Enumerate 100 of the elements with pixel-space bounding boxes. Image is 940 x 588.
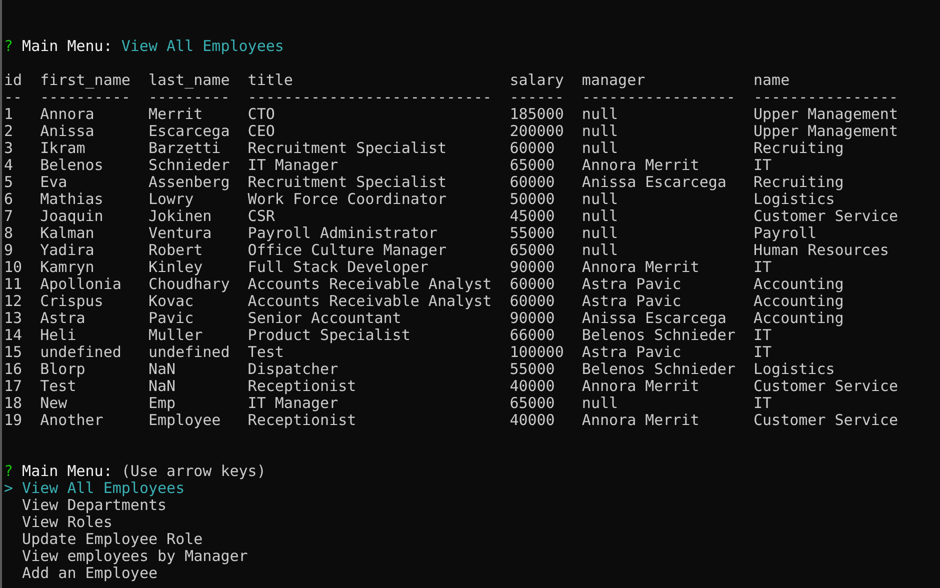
table-cell: Annora	[40, 105, 94, 123]
table-cell: IT	[754, 156, 772, 174]
table-cell: 1	[4, 105, 14, 123]
table-cell: 100000	[510, 343, 564, 361]
table-cell: 3	[4, 139, 14, 157]
table-cell: 50000	[510, 190, 555, 208]
table-cell: IT	[754, 326, 772, 344]
table-cell: Payroll Administrator	[248, 224, 438, 242]
column-rule: ----------	[40, 88, 130, 106]
table-cell: Crispus	[40, 292, 104, 310]
table-cell: Muller	[148, 326, 203, 344]
table-cell: 11	[4, 275, 22, 293]
table-cell: 60000	[510, 173, 555, 191]
table-cell: null	[582, 122, 618, 140]
table-cell: 7	[4, 207, 14, 225]
table-cell: 18	[4, 394, 22, 412]
table-cell: Recruiting	[754, 173, 844, 191]
table-cell: Customer Service	[754, 207, 898, 225]
table-cell: Logistics	[754, 190, 835, 208]
table-cell: Astra Pavic	[582, 343, 682, 361]
table-cell: Apollonia	[40, 275, 122, 293]
table-cell: null	[582, 241, 618, 259]
table-cell: null	[582, 207, 618, 225]
table-cell: Customer Service	[754, 411, 898, 429]
table-cell: 4	[4, 156, 14, 174]
table-cell: Full Stack Developer	[248, 258, 428, 276]
table-cell: 15	[4, 343, 22, 361]
table-cell: 200000	[510, 122, 564, 140]
table-cell: 9	[4, 241, 14, 259]
table-cell: NaN	[148, 360, 176, 378]
table-cell: IT	[754, 343, 772, 361]
table-cell: New	[40, 394, 68, 412]
table-cell: Accounts Receivable Analyst	[248, 275, 492, 293]
table-cell: Logistics	[754, 360, 835, 378]
table-cell: 60000	[510, 292, 555, 310]
table-cell: Ikram	[40, 139, 86, 157]
table-cell: Pavic	[148, 309, 194, 327]
table-cell: Office Culture Manager	[248, 241, 446, 259]
column-rule: ------	[510, 88, 564, 106]
table-cell: Accounting	[754, 292, 844, 310]
table-cell: Emp	[148, 394, 176, 412]
table-cell: Merrit	[148, 105, 203, 123]
table-cell: undefined	[148, 343, 230, 361]
table-cell: 55000	[510, 360, 555, 378]
table-cell: Jokinen	[148, 207, 212, 225]
column-rule: ---------------------------	[248, 88, 492, 106]
table-cell: 2	[4, 122, 14, 140]
table-cell: 14	[4, 326, 22, 344]
menu-item[interactable]: View employees by Manager	[22, 548, 248, 565]
table-cell: Annora Merrit	[582, 258, 700, 276]
column-header: title	[248, 71, 293, 89]
table-cell: 12	[4, 292, 22, 310]
column-header: manager	[582, 71, 646, 89]
table-cell: Joaquin	[40, 207, 104, 225]
column-rule: ----------------	[754, 88, 898, 106]
prompt-hint: (Use arrow keys)	[121, 463, 266, 480]
table-cell: 65000	[510, 156, 555, 174]
table-cell: Mathias	[40, 190, 104, 208]
table-cell: Astra Pavic	[582, 292, 682, 310]
table-cell: Kinley	[148, 258, 203, 276]
table-cell: 5	[4, 173, 14, 191]
table-cell: Anissa Escarcega	[582, 173, 726, 191]
table-cell: Test	[248, 343, 284, 361]
table-cell: Human Resources	[754, 241, 889, 259]
table-cell: null	[582, 224, 618, 242]
table-cell: Employee	[148, 411, 221, 429]
table-cell: IT Manager	[248, 394, 338, 412]
table-cell: Belenos Schnieder	[582, 326, 736, 344]
table-cell: Recruitment Specialist	[248, 139, 446, 157]
table-cell: null	[582, 394, 618, 412]
prompt-label: Main Menu:	[22, 38, 112, 55]
table-cell: Yadira	[40, 241, 94, 259]
table-cell: 65000	[510, 394, 555, 412]
table-cell: Choudhary	[148, 275, 230, 293]
prompt-label: Main Menu:	[22, 463, 112, 480]
column-header: salary	[510, 71, 564, 89]
menu-item[interactable]: View Departments	[22, 497, 167, 514]
prompt-mark: ?	[4, 463, 14, 480]
menu-item[interactable]: View Roles	[22, 514, 112, 531]
column-header: first_name	[40, 71, 130, 89]
table-cell: 90000	[510, 258, 555, 276]
table-cell: Anissa	[40, 122, 94, 140]
table-cell: null	[582, 139, 618, 157]
table-cell: Escarcega	[148, 122, 230, 140]
menu-item[interactable]: Add an Employee	[22, 565, 158, 582]
table-cell: Test	[40, 377, 76, 395]
menu-item[interactable]: Update Employee Role	[22, 531, 203, 548]
table-cell: Blorp	[40, 360, 86, 378]
table-cell: Schnieder	[148, 156, 230, 174]
table-cell: Receptionist	[248, 377, 356, 395]
table-cell: CSR	[248, 207, 275, 225]
table-cell: 90000	[510, 309, 555, 327]
column-header: id	[4, 71, 22, 89]
menu-item[interactable]: View All Employees	[22, 480, 185, 497]
table-cell: Accounts Receivable Analyst	[248, 292, 492, 310]
table-cell: Kalman	[40, 224, 94, 242]
table-cell: Another	[40, 411, 104, 429]
table-cell: Upper Management	[754, 122, 898, 140]
table-cell: Annora Merrit	[582, 377, 700, 395]
table-cell: 45000	[510, 207, 555, 225]
